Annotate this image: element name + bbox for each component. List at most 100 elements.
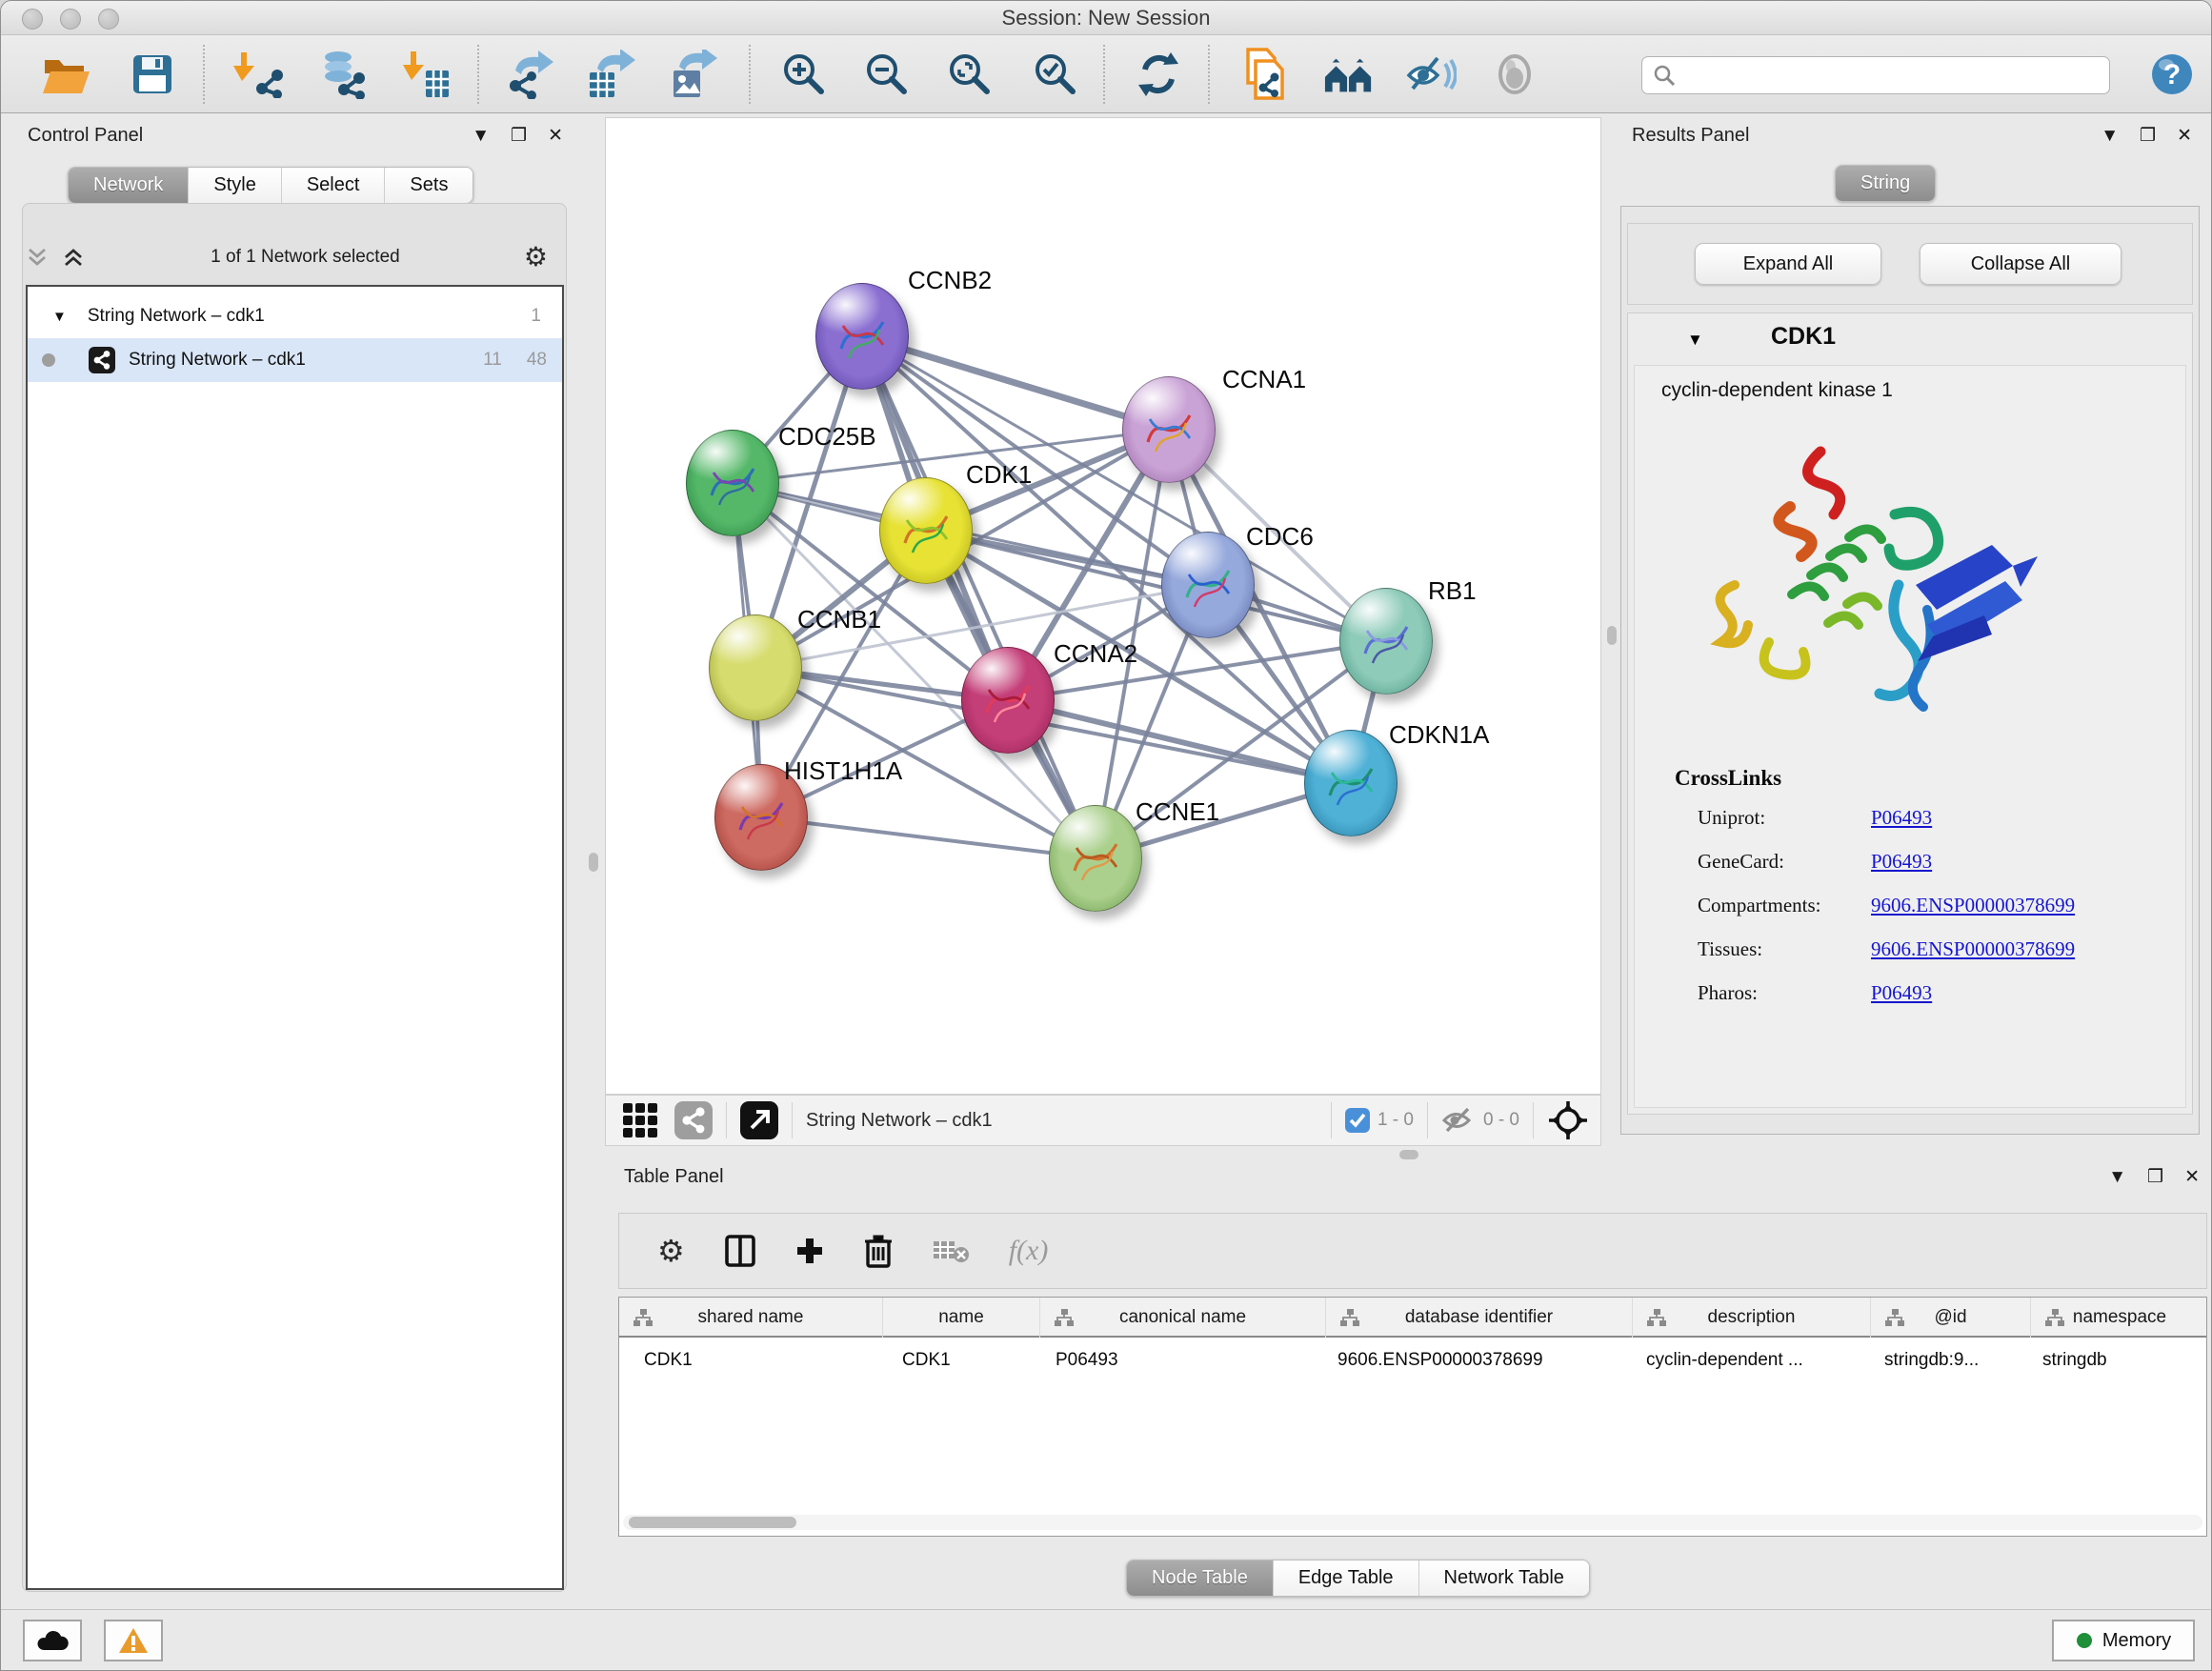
collapse-all-chevrons-icon[interactable]: [26, 247, 50, 268]
selected-checkbox-icon[interactable]: [1345, 1108, 1370, 1133]
import-table-from-file-icon[interactable]: [401, 49, 452, 100]
zoom-selected-icon[interactable]: [1030, 49, 1081, 100]
table-panel-float-icon[interactable]: ❒: [2147, 1168, 2163, 1186]
zoom-fit-content-icon[interactable]: [944, 49, 995, 100]
crosslink-genecard-link[interactable]: P06493: [1871, 850, 1932, 874]
share-document-icon[interactable]: [1239, 49, 1291, 100]
node-label-ccne1: CCNE1: [1136, 797, 1219, 827]
results-panel-float-icon[interactable]: ❒: [2140, 127, 2156, 145]
network-collection-row[interactable]: ▼ String Network – cdk1 1: [28, 294, 562, 338]
table-cell[interactable]: CDK1: [883, 1341, 1040, 1379]
application-window: Session: New Session: [0, 0, 2212, 1671]
current-network-dot-icon: [41, 352, 56, 368]
network-node-cdk1[interactable]: [879, 477, 973, 584]
save-session-icon[interactable]: [127, 49, 178, 100]
table-panel-close-icon[interactable]: ✕: [2184, 1168, 2200, 1186]
table-options-gear-icon[interactable]: ⚙: [657, 1233, 685, 1269]
tab-network[interactable]: Network: [69, 168, 189, 203]
results-panel-close-icon[interactable]: ✕: [2177, 127, 2192, 145]
network-node-ccnb2[interactable]: [815, 283, 909, 390]
first-neighbors-houses-icon[interactable]: [1323, 49, 1375, 100]
expand-all-chevrons-icon[interactable]: [62, 247, 87, 268]
toolbar-separator: [1208, 45, 1210, 104]
search-field[interactable]: [1641, 56, 2110, 94]
open-session-icon[interactable]: [41, 49, 92, 100]
column-header[interactable]: database identifier: [1326, 1298, 1633, 1338]
hidden-eye-icon[interactable]: [1441, 1106, 1476, 1135]
left-splitter-handle[interactable]: [589, 853, 598, 872]
search-input[interactable]: [1677, 65, 2086, 86]
export-table-icon[interactable]: [586, 49, 637, 100]
help-icon[interactable]: ?: [2146, 49, 2198, 100]
add-column-icon[interactable]: [795, 1237, 824, 1265]
tab-select[interactable]: Select: [282, 168, 386, 203]
control-panel-collapse-icon[interactable]: ▼: [472, 127, 490, 145]
show-columns-icon[interactable]: [725, 1235, 755, 1267]
table-panel-collapse-icon[interactable]: ▼: [2108, 1168, 2126, 1186]
crosslink-uniprot-link[interactable]: P06493: [1871, 806, 1932, 830]
scrollbar-thumb[interactable]: [629, 1517, 796, 1528]
network-node-cdc6[interactable]: [1161, 532, 1255, 638]
results-panel-collapse-icon[interactable]: ▼: [2101, 127, 2119, 145]
memory-button[interactable]: Memory: [2052, 1620, 2195, 1661]
network-node-cdkn1a[interactable]: [1304, 730, 1398, 836]
tab-network-table[interactable]: Network Table: [1419, 1560, 1589, 1596]
collection-expand-arrow-icon[interactable]: ▼: [52, 309, 67, 325]
protein-expand-arrow-icon[interactable]: ▼: [1687, 331, 1703, 350]
export-image-icon[interactable]: [668, 49, 719, 100]
crosslink-pharos-link[interactable]: P06493: [1871, 981, 1932, 1005]
grid-view-icon[interactable]: [621, 1101, 659, 1139]
right-splitter-handle[interactable]: [1607, 626, 1617, 645]
table-cell[interactable]: CDK1: [619, 1341, 883, 1379]
network-row[interactable]: String Network – cdk1 11 48: [28, 338, 562, 382]
string-view-icon[interactable]: [674, 1101, 713, 1139]
network-node-ccna2[interactable]: [961, 647, 1055, 754]
crosslink-tissues-link[interactable]: 9606.ENSP00000378699: [1871, 937, 2075, 961]
tab-string[interactable]: String: [1836, 166, 1935, 201]
warnings-button[interactable]: [104, 1620, 163, 1661]
zoom-out-icon[interactable]: [861, 49, 913, 100]
import-network-from-file-icon[interactable]: [233, 49, 285, 100]
table-cell[interactable]: P06493: [1040, 1341, 1326, 1379]
show-hidden-eye-icon[interactable]: [1489, 49, 1540, 100]
hide-selected-eye-icon[interactable]: [1405, 49, 1457, 100]
column-header[interactable]: name: [883, 1298, 1040, 1338]
cloud-status-button[interactable]: [23, 1620, 82, 1661]
column-header[interactable]: description: [1633, 1298, 1871, 1338]
memory-label: Memory: [2102, 1630, 2171, 1652]
crosslink-compartments-link[interactable]: 9606.ENSP00000378699: [1871, 894, 2075, 917]
column-header[interactable]: canonical name: [1040, 1298, 1326, 1338]
network-node-ccna1[interactable]: [1122, 376, 1216, 483]
control-panel-close-icon[interactable]: ✕: [548, 127, 563, 145]
export-network-icon[interactable]: [506, 49, 557, 100]
table-cell[interactable]: cyclin-dependent ...: [1633, 1341, 1871, 1379]
table-cell[interactable]: stringdb: [2031, 1341, 2208, 1379]
table-cell[interactable]: stringdb:9...: [1871, 1341, 2031, 1379]
tab-sets[interactable]: Sets: [385, 168, 473, 203]
tab-edge-table[interactable]: Edge Table: [1274, 1560, 1419, 1596]
protein-card: ▼ CDK1 cyclin-dependent kinase 1: [1627, 312, 2193, 1115]
network-canvas[interactable]: CCNB2CCNA1CDC25BCDK1CDC6RB1CCNB1CCNA2CDK…: [605, 117, 1601, 1095]
delete-column-icon[interactable]: [864, 1234, 893, 1268]
table-cell[interactable]: 9606.ENSP00000378699: [1326, 1341, 1633, 1379]
column-header[interactable]: namespace: [2031, 1298, 2208, 1338]
expand-all-button[interactable]: Expand All: [1695, 243, 1881, 285]
control-panel-float-icon[interactable]: ❒: [511, 127, 527, 145]
network-node-rb1[interactable]: [1339, 588, 1433, 695]
open-in-new-window-icon[interactable]: [740, 1101, 778, 1139]
collapse-all-button[interactable]: Collapse All: [1920, 243, 2122, 285]
tab-node-table[interactable]: Node Table: [1127, 1560, 1274, 1596]
import-network-from-database-icon[interactable]: [315, 49, 367, 100]
node-label-ccna2: CCNA2: [1054, 639, 1137, 669]
tab-style[interactable]: Style: [189, 168, 281, 203]
network-options-gear-icon[interactable]: ⚙: [524, 241, 548, 272]
fit-selected-crosshair-icon[interactable]: [1547, 1099, 1589, 1141]
zoom-in-icon[interactable]: [778, 49, 830, 100]
column-header[interactable]: shared name: [619, 1298, 883, 1338]
network-node-cdc25b[interactable]: [686, 430, 779, 536]
network-node-ccne1[interactable]: [1049, 805, 1142, 912]
horizontal-scrollbar[interactable]: [623, 1515, 2202, 1530]
refresh-view-icon[interactable]: [1133, 49, 1184, 100]
network-node-ccnb1[interactable]: [709, 614, 802, 721]
column-header[interactable]: @id: [1871, 1298, 2031, 1338]
